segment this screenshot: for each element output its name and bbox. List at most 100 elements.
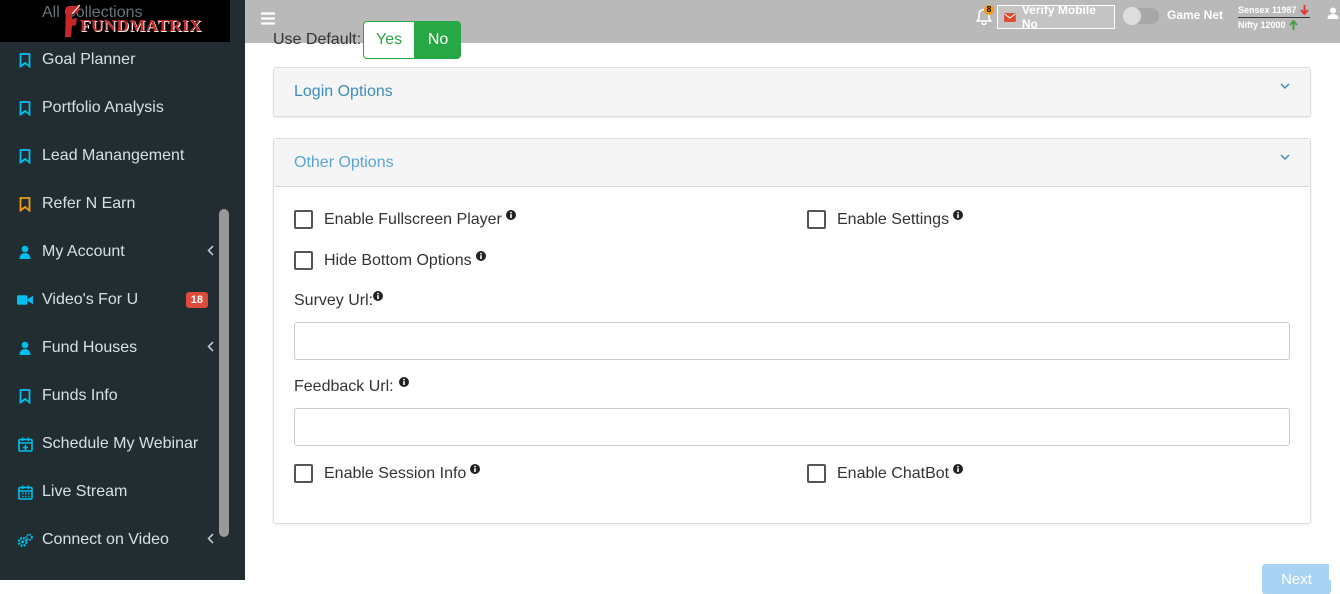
sidebar-item-my-account[interactable]: My Account [0, 228, 230, 276]
cogs-icon [17, 532, 33, 548]
hide-bottom-label: Hide Bottom Options [324, 251, 472, 269]
notification-count-badge: 8 [984, 5, 994, 15]
survey-url-label-row: Survey Url: [294, 291, 384, 310]
sidebar-item-fund-houses[interactable]: Fund Houses [0, 324, 230, 372]
info-icon[interactable] [505, 209, 516, 220]
envelope-icon [1004, 12, 1016, 22]
use-default-group: Use Default: Yes No [273, 21, 462, 59]
next-button[interactable]: Next [1262, 564, 1331, 594]
page-scrollbar[interactable] [1329, 43, 1340, 580]
verify-mobile-button[interactable]: Verify Mobile No [997, 3, 1115, 31]
sidebar-item-label: Funds Info [42, 387, 118, 404]
hide-bottom-option: Hide Bottom Options [294, 250, 486, 270]
bookmark-icon [17, 52, 33, 68]
sidebar-item-portfolio-analysis[interactable]: Portfolio Analysis [0, 84, 230, 132]
sidebar-item-lead-management[interactable]: Lead Manangement [0, 132, 230, 180]
chevron-left-icon [207, 341, 214, 352]
use-default-label: Use Default: [273, 31, 362, 48]
sidebar-item-funds-info[interactable]: Funds Info [0, 372, 230, 420]
login-options-title: Login Options [294, 83, 393, 100]
chevron-down-icon [1280, 154, 1290, 161]
info-icon[interactable] [475, 250, 486, 261]
enable-fullscreen-checkbox[interactable] [294, 210, 313, 229]
sensex-label: Sensex 11987 [1238, 5, 1297, 15]
enable-session-checkbox[interactable] [294, 464, 313, 483]
verify-mobile-label: Verify Mobile No [1021, 3, 1096, 31]
sidebar-item-label: My Account [42, 243, 125, 260]
chevron-left-icon [207, 245, 214, 256]
sidebar-nav: Goal Planner Portfolio Analysis Lead Man… [0, 36, 230, 564]
other-options-title: Other Options [294, 153, 394, 171]
logo-text: FUNDMATRIX [80, 16, 202, 35]
enable-settings-option: Enable Settings [807, 209, 964, 229]
arrow-up-icon [1288, 20, 1298, 30]
enable-fullscreen-option: Enable Fullscreen Player [294, 209, 516, 229]
chevron-left-icon [207, 533, 214, 544]
enable-fullscreen-label: Enable Fullscreen Player [324, 210, 502, 228]
toggle-knob [1123, 7, 1141, 25]
sidebar-item-label: Schedule My Webinar [42, 435, 199, 452]
sidebar-item-videos-for-u[interactable]: Video's For U 18 [0, 276, 230, 324]
survey-url-label: Survey Url: [294, 292, 374, 309]
sidebar-item-label: Portfolio Analysis [42, 99, 164, 116]
other-options-header[interactable]: Other Options [274, 139, 1310, 187]
use-default-yes-button[interactable]: Yes [363, 21, 416, 59]
enable-chatbot-option: Enable ChatBot [807, 463, 964, 483]
user-icon [17, 340, 33, 356]
hide-bottom-checkbox[interactable] [294, 251, 313, 270]
use-default-no-button[interactable]: No [415, 21, 462, 59]
other-options-panel: Other Options Enable Fullscreen Player E… [273, 138, 1311, 524]
sidebar-item-label: Refer N Earn [42, 195, 136, 212]
nifty-label: Nifty 12000 [1238, 20, 1286, 30]
enable-settings-checkbox[interactable] [807, 210, 826, 229]
sidebar-item-refer-n-earn[interactable]: Refer N Earn [0, 180, 230, 228]
user-icon [17, 244, 33, 260]
login-options-panel: Login Options [273, 67, 1311, 117]
sidebar-item-label: Connect on Video [42, 531, 169, 548]
sidebar-item-label: Video's For U [42, 291, 139, 308]
user-profile-icon[interactable] [1327, 7, 1339, 19]
enable-session-label: Enable Session Info [324, 464, 467, 482]
video-count-badge: 18 [185, 292, 208, 308]
sidebar-item-schedule-webinar[interactable]: Schedule My Webinar [0, 420, 230, 468]
calendar-icon [17, 484, 33, 500]
sidebar-item-connect-on-video[interactable]: Connect on Video [0, 516, 230, 564]
bookmark-icon [17, 388, 33, 404]
bookmark-icon [17, 100, 33, 116]
chevron-down-icon [1280, 83, 1290, 90]
info-icon[interactable] [373, 291, 384, 301]
enable-settings-label: Enable Settings [837, 210, 950, 228]
game-net-toggle[interactable] [1123, 7, 1159, 25]
bookmark-icon [17, 196, 33, 212]
sidebar: All Collections FUNDMATRIX Goal Planner … [0, 0, 245, 580]
calendar-plus-icon [17, 436, 33, 452]
login-options-header[interactable]: Login Options [274, 68, 1310, 116]
sidebar-item-goal-planner[interactable]: Goal Planner [0, 36, 230, 84]
survey-url-input[interactable] [294, 322, 1290, 360]
sidebar-item-label: Fund Houses [42, 339, 138, 356]
feedback-url-label: Feedback Url: [294, 378, 394, 395]
nifty-row: Nifty 12000 [1238, 18, 1310, 32]
bookmark-icon [17, 148, 33, 164]
market-ticker: Sensex 11987 Nifty 12000 [1238, 3, 1310, 32]
enable-chatbot-label: Enable ChatBot [837, 464, 950, 482]
video-icon [17, 292, 33, 308]
info-icon[interactable] [398, 377, 409, 387]
fundmatrix-logo[interactable]: FUNDMATRIX [62, 2, 202, 40]
sidebar-item-label: Live Stream [42, 483, 128, 500]
sidebar-item-label: Goal Planner [42, 51, 136, 68]
feedback-url-label-row: Feedback Url: [294, 377, 409, 396]
info-icon[interactable] [470, 463, 481, 474]
feedback-url-input[interactable] [294, 408, 1290, 446]
enable-session-option: Enable Session Info [294, 463, 481, 483]
sidebar-scrollbar[interactable] [219, 209, 229, 537]
game-net-label: Game Net [1167, 8, 1224, 22]
sidebar-item-label: Lead Manangement [42, 147, 185, 164]
sensex-row: Sensex 11987 [1238, 3, 1310, 17]
sidebar-item-live-stream[interactable]: Live Stream [0, 468, 230, 516]
arrow-down-icon [1299, 5, 1309, 15]
enable-chatbot-checkbox[interactable] [807, 464, 826, 483]
logo-mark-icon [65, 4, 81, 37]
info-icon[interactable] [953, 463, 964, 474]
info-icon[interactable] [953, 209, 964, 220]
